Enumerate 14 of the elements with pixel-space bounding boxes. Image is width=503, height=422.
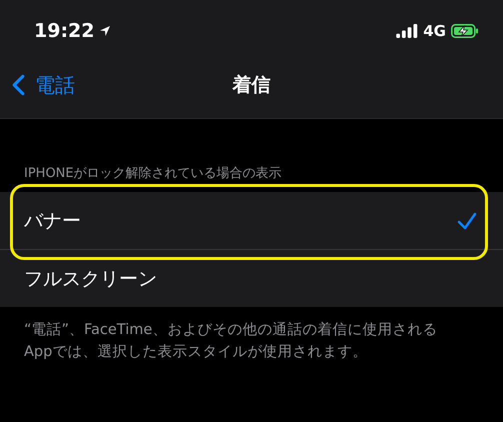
network-type: 4G <box>423 22 446 40</box>
status-time: 19:22 <box>34 20 94 42</box>
option-label: フルスクリーン <box>24 266 157 292</box>
section-footer: “電話”、FaceTime、およびその他の通話の着信に使用されるAppでは、選択した表示スタイルが使用されます。 <box>24 319 453 364</box>
signal-icon <box>396 24 418 38</box>
page-title: 着信 <box>232 73 270 98</box>
battery-charging-icon <box>451 24 479 38</box>
back-button[interactable]: 電話 <box>0 72 75 98</box>
back-chevron-icon <box>12 74 25 96</box>
option-row[interactable]: バナー <box>0 192 503 249</box>
location-arrow-icon <box>99 25 112 37</box>
option-label: バナー <box>24 208 81 234</box>
section-header: IPHONEがロック解除されている場合の表示 <box>24 165 283 182</box>
option-row[interactable]: フルスクリーン <box>0 249 503 307</box>
